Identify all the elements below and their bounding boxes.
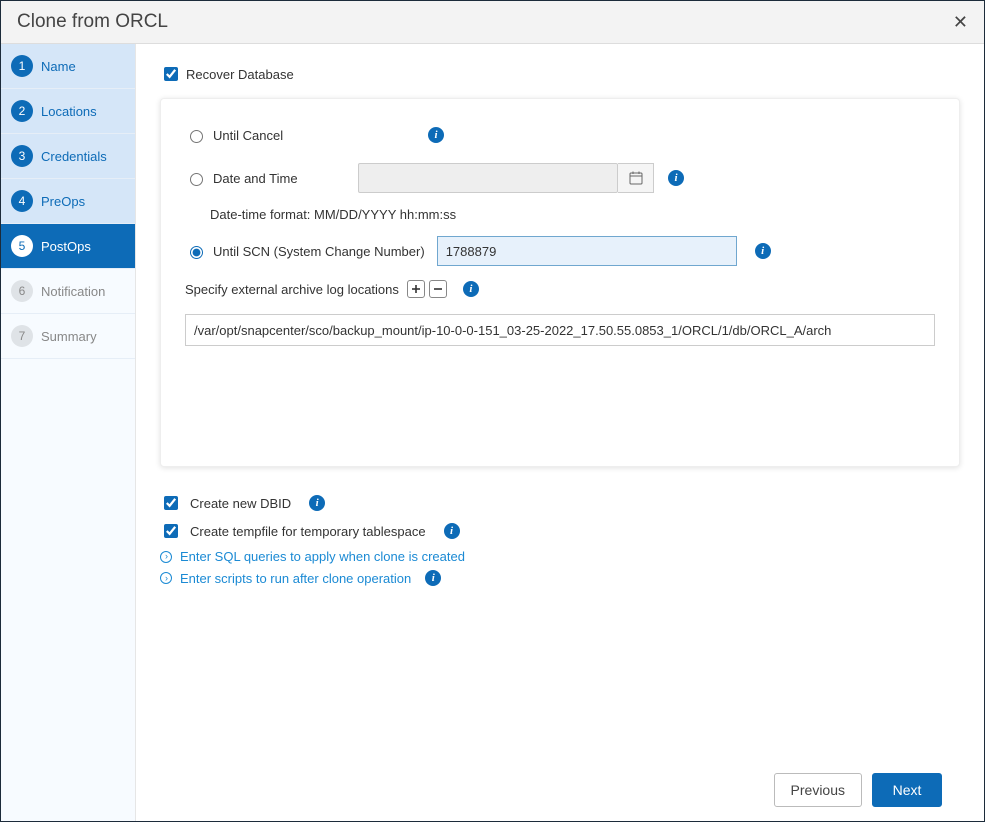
step-locations[interactable]: 2 Locations	[1, 89, 135, 134]
modal-body: 1 Name 2 Locations 3 Credentials 4 PreOp…	[1, 44, 984, 821]
info-icon[interactable]: i	[463, 281, 479, 297]
wizard-sidebar: 1 Name 2 Locations 3 Credentials 4 PreOp…	[1, 44, 136, 821]
scripts-expander[interactable]: › Enter scripts to run after clone opera…	[160, 570, 960, 586]
calendar-icon[interactable]	[618, 163, 654, 193]
date-time-row: Date and Time i	[185, 163, 935, 193]
until-cancel-radio[interactable]	[190, 130, 203, 143]
step-number: 5	[11, 235, 33, 257]
sql-queries-expander[interactable]: › Enter SQL queries to apply when clone …	[160, 549, 960, 564]
until-cancel-label: Until Cancel	[213, 128, 418, 143]
step-number: 1	[11, 55, 33, 77]
archive-row: Specify external archive log locations i	[185, 280, 935, 298]
close-icon[interactable]: ✕	[953, 12, 968, 33]
create-dbid-label: Create new DBID	[190, 496, 291, 511]
step-label: Notification	[41, 284, 105, 299]
date-time-input	[358, 163, 618, 193]
step-number: 3	[11, 145, 33, 167]
step-number: 6	[11, 280, 33, 302]
step-number: 4	[11, 190, 33, 212]
recover-database-label: Recover Database	[186, 67, 294, 82]
step-summary[interactable]: 7 Summary	[1, 314, 135, 359]
next-button[interactable]: Next	[872, 773, 942, 807]
calendar-svg	[629, 171, 643, 185]
tempfile-row: Create tempfile for temporary tablespace…	[160, 521, 960, 541]
scripts-label: Enter scripts to run after clone operati…	[180, 571, 411, 586]
content-area: Recover Database Until Cancel i Date and…	[136, 44, 984, 821]
step-label: Locations	[41, 104, 97, 119]
step-preops[interactable]: 4 PreOps	[1, 179, 135, 224]
footer: Previous Next	[160, 759, 960, 821]
step-number: 7	[11, 325, 33, 347]
modal-header: Clone from ORCL ✕	[1, 1, 984, 44]
recover-database-row: Recover Database	[160, 64, 960, 84]
chevron-right-icon: ›	[160, 551, 172, 563]
step-label: Summary	[41, 329, 97, 344]
info-icon[interactable]: i	[755, 243, 771, 259]
archive-path-input[interactable]	[185, 314, 935, 346]
sql-queries-label: Enter SQL queries to apply when clone is…	[180, 549, 465, 564]
scn-radio[interactable]	[190, 246, 203, 259]
info-icon[interactable]: i	[309, 495, 325, 511]
step-label: Name	[41, 59, 76, 74]
recover-database-checkbox[interactable]	[164, 67, 178, 81]
step-postops[interactable]: 5 PostOps	[1, 224, 135, 269]
create-tempfile-checkbox[interactable]	[164, 524, 178, 538]
info-icon[interactable]: i	[428, 127, 444, 143]
until-cancel-row: Until Cancel i	[185, 121, 935, 149]
info-icon[interactable]: i	[425, 570, 441, 586]
step-label: PreOps	[41, 194, 85, 209]
recover-panel: Until Cancel i Date and Time i Date-time…	[160, 98, 960, 467]
create-tempfile-label: Create tempfile for temporary tablespace	[190, 524, 426, 539]
modal-title: Clone from ORCL	[17, 11, 168, 33]
step-credentials[interactable]: 3 Credentials	[1, 134, 135, 179]
chevron-right-icon: ›	[160, 572, 172, 584]
date-time-radio[interactable]	[190, 173, 203, 186]
scn-label: Until SCN (System Change Number)	[213, 244, 425, 259]
info-icon[interactable]: i	[444, 523, 460, 539]
add-location-button[interactable]	[407, 280, 425, 298]
info-icon[interactable]: i	[668, 170, 684, 186]
dbid-row: Create new DBID i	[160, 493, 960, 513]
archive-label: Specify external archive log locations	[185, 282, 399, 297]
step-number: 2	[11, 100, 33, 122]
scn-input[interactable]	[437, 236, 737, 266]
date-time-hint: Date-time format: MM/DD/YYYY hh:mm:ss	[210, 207, 935, 222]
step-label: PostOps	[41, 239, 91, 254]
create-dbid-checkbox[interactable]	[164, 496, 178, 510]
step-name[interactable]: 1 Name	[1, 44, 135, 89]
clone-modal: Clone from ORCL ✕ 1 Name 2 Locations 3 C…	[1, 1, 984, 821]
options-section: Create new DBID i Create tempfile for te…	[160, 493, 960, 592]
date-time-label: Date and Time	[213, 171, 358, 186]
remove-location-button[interactable]	[429, 280, 447, 298]
previous-button[interactable]: Previous	[774, 773, 862, 807]
scn-row: Until SCN (System Change Number) i	[185, 236, 935, 266]
step-notification[interactable]: 6 Notification	[1, 269, 135, 314]
step-label: Credentials	[41, 149, 107, 164]
